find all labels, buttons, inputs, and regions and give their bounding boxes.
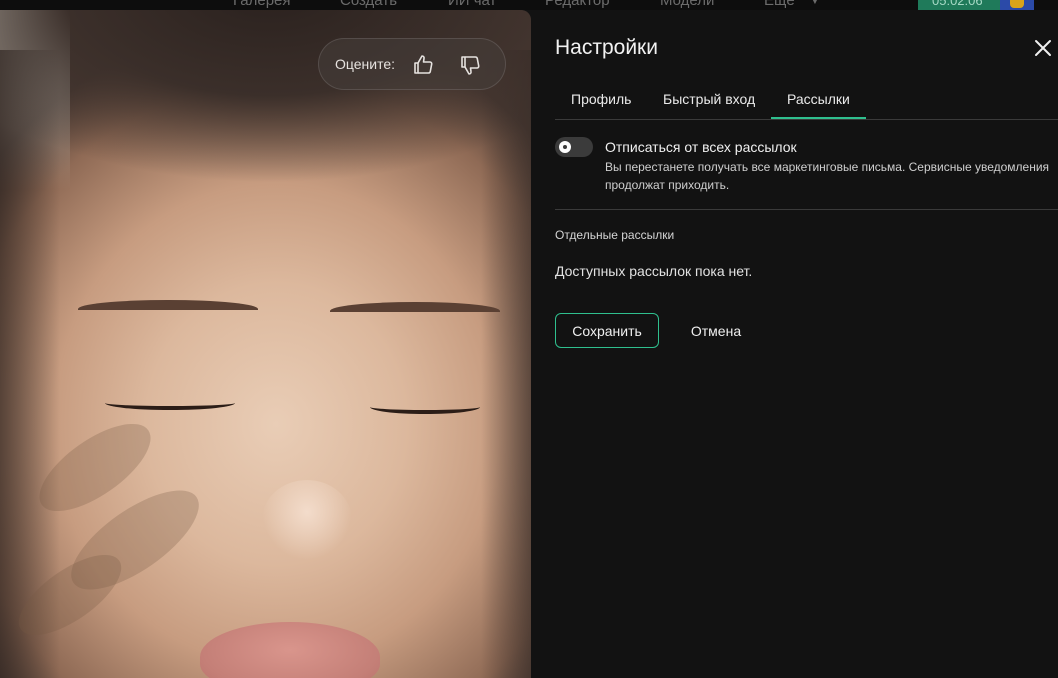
- settings-title: Настройки: [555, 36, 658, 59]
- nav-item-models[interactable]: Модели: [660, 0, 714, 9]
- tab-quick-login[interactable]: Быстрый вход: [663, 91, 755, 107]
- thumbs-up-icon[interactable]: [411, 53, 435, 77]
- unsubscribe-all-description: Вы перестанете получать все маркетинговы…: [605, 160, 1050, 192]
- timer-badge: 05:02:06: [918, 0, 1000, 10]
- language-flag-icon[interactable]: [1000, 0, 1034, 10]
- empty-newsletters-text: Доступных рассылок пока нет.: [555, 263, 753, 279]
- save-button[interactable]: Сохранить: [555, 313, 659, 348]
- settings-tabs: Профиль Быстрый вход Рассылки: [555, 82, 1058, 120]
- nav-item-editor[interactable]: Редактор: [545, 0, 610, 9]
- cancel-button[interactable]: Отмена: [679, 313, 753, 348]
- nav-item-create[interactable]: Создать: [340, 0, 397, 9]
- nav-item-gallery[interactable]: Галерея: [233, 0, 291, 9]
- nav-item-more[interactable]: Ещё: [764, 0, 795, 9]
- rating-pill: Оцените:: [318, 38, 506, 90]
- nav-item-ai-chat[interactable]: ИИ чат: [448, 0, 496, 9]
- close-icon[interactable]: [1031, 36, 1055, 60]
- settings-panel: Настройки Профиль Быстрый вход Рассылки …: [531, 10, 1058, 678]
- top-nav-bar: Галерея Создать ИИ чат Редактор Модели Е…: [0, 0, 1058, 10]
- tab-profile[interactable]: Профиль: [571, 91, 631, 107]
- timer-text: 05:02:06: [932, 0, 983, 8]
- unsubscribe-all-label: Отписаться от всех рассылок: [605, 139, 797, 155]
- generated-image: Оцените:: [0, 10, 531, 678]
- individual-newsletters-label: Отдельные рассылки: [555, 228, 675, 242]
- divider: [555, 209, 1058, 210]
- unsubscribe-all-toggle[interactable]: [555, 137, 593, 157]
- rate-label: Оцените:: [335, 56, 396, 72]
- thumbs-down-icon[interactable]: [458, 53, 482, 77]
- toggle-knob: [559, 141, 571, 153]
- tab-newsletters[interactable]: Рассылки: [771, 91, 866, 119]
- chevron-down-icon: ▼: [810, 0, 820, 7]
